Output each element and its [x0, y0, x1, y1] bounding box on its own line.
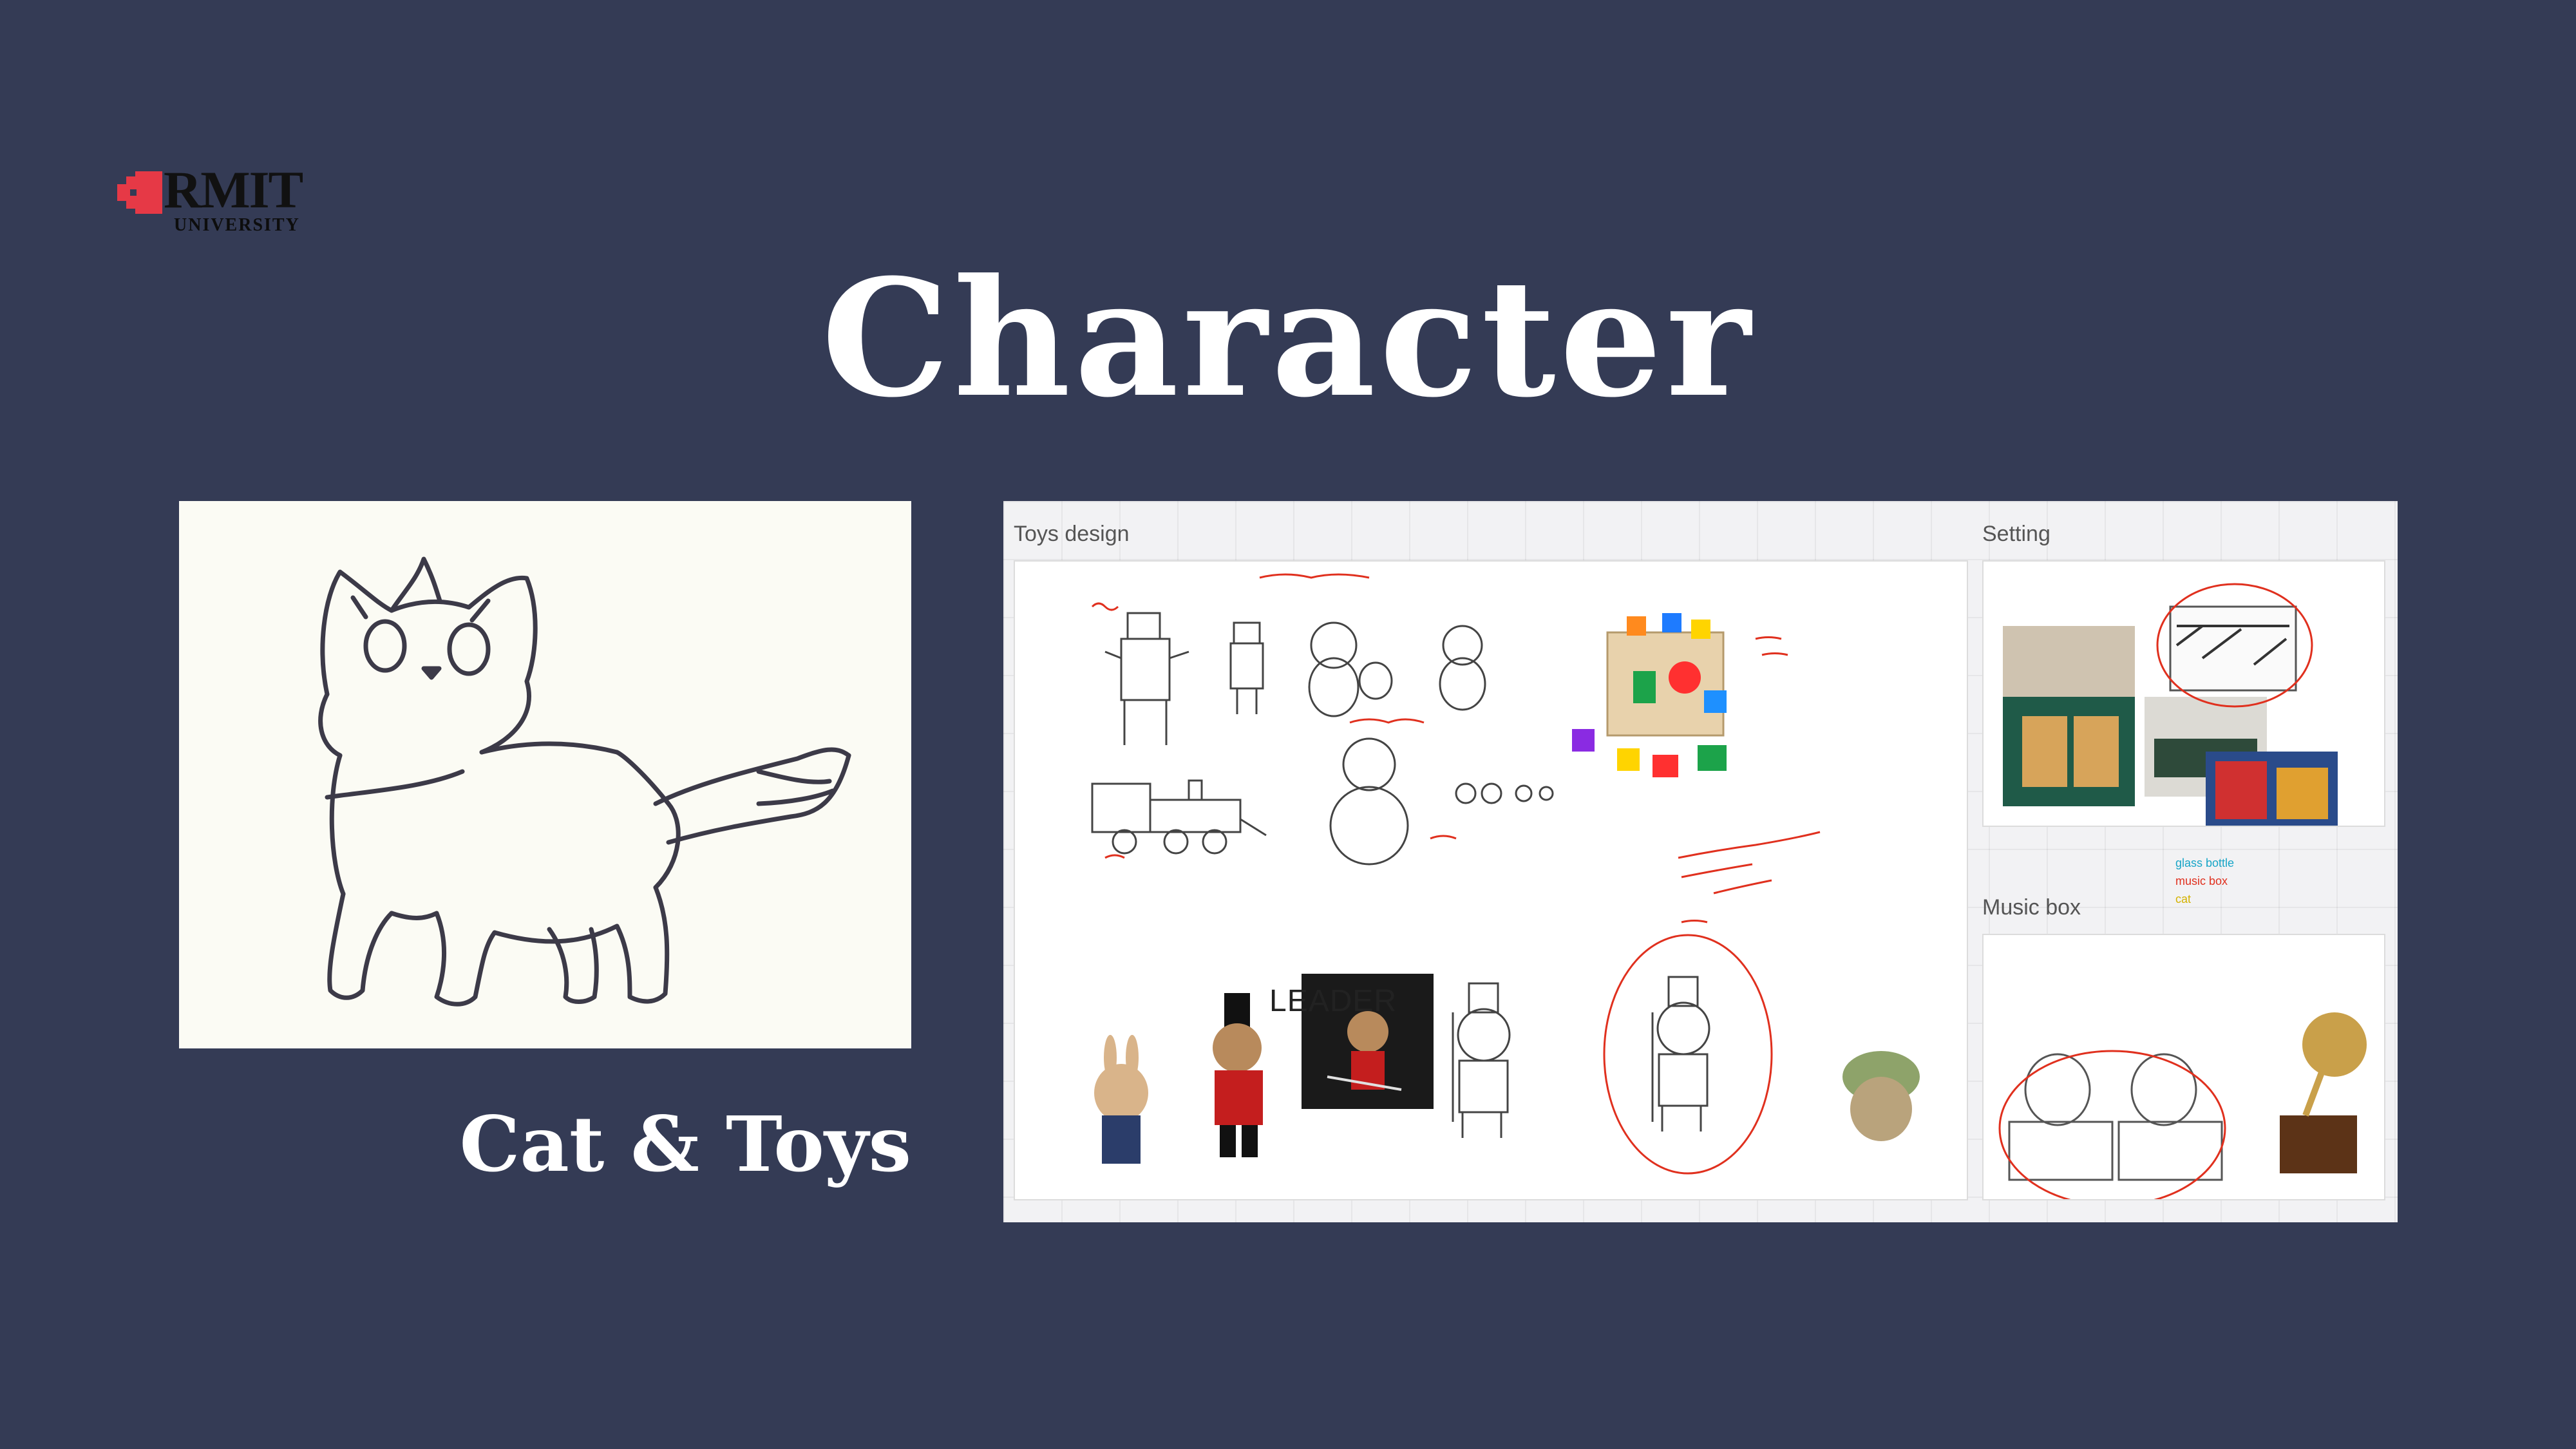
cat-sketch-image — [179, 501, 911, 1048]
rmit-pixel-mark-icon — [117, 171, 162, 214]
cat-sketch-drawing — [318, 556, 851, 1007]
legend-item-music-box: music box — [2175, 875, 2228, 887]
setting-frame — [1982, 560, 2385, 827]
setting-images — [2003, 583, 2338, 826]
music-frame-label: Music box — [1982, 895, 2081, 920]
legend-item-glass-bottle: glass bottle — [2175, 857, 2235, 869]
logo-wordmark: RMIT — [164, 160, 303, 219]
setting-legend: glass bottle music box cat — [2175, 854, 2234, 908]
setting-frame-label: Setting — [1982, 522, 2050, 546]
legend-item-cat: cat — [2175, 893, 2192, 905]
rmit-logo: RMIT UNIVERSITY — [117, 164, 317, 240]
music-box-images — [1998, 1012, 2367, 1199]
leader-label: LEADER — [1269, 984, 1397, 1018]
whiteboard-screenshot: Toys design Setting Music box LEADER gla… — [1003, 501, 2398, 1222]
music-box-frame — [1982, 934, 2385, 1200]
toys-design-frame: LEADER — [1014, 560, 1968, 1200]
logo-subtext: UNIVERSITY — [174, 215, 300, 235]
slide-title: Character — [821, 243, 1755, 433]
slide-subtitle: Cat & Toys — [459, 1099, 911, 1189]
toys-frame-label: Toys design — [1014, 522, 1130, 546]
toys-design-drawings — [1091, 573, 1920, 1175]
